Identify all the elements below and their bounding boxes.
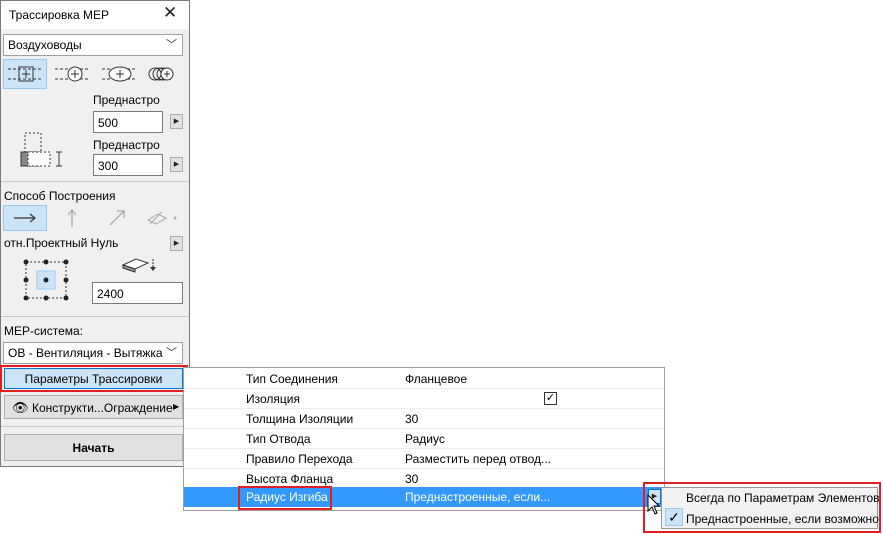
close-icon[interactable]: ✕ <box>163 4 177 21</box>
divider <box>1 181 189 182</box>
start-button[interactable]: Начать <box>4 434 183 461</box>
row-value: Фланцевое <box>405 372 468 386</box>
routing-params-label: Параметры Трассировки <box>24 372 163 386</box>
elevation-value: 2400 <box>97 287 124 301</box>
reference-level-arrow-icon[interactable]: ▶ <box>170 236 183 251</box>
flexible-duct-icon[interactable] <box>140 59 184 89</box>
table-row[interactable]: Тип Соединения Фланцевое <box>184 369 664 389</box>
width-preset-arrow-icon[interactable]: ▶ <box>170 114 183 129</box>
eye-icon: 👁 <box>12 400 29 415</box>
reference-level-label: отн.Проектный Нуль <box>4 236 119 250</box>
height-value: 300 <box>98 159 119 173</box>
constructions-label: Конструкти...Ограждение <box>32 401 173 415</box>
height-preset-arrow-icon[interactable]: ▶ <box>170 157 183 172</box>
elevation-field[interactable]: 2400 <box>92 282 183 304</box>
duct-size-diagram-icon <box>18 130 68 175</box>
anchor-point-icon[interactable] <box>20 256 72 307</box>
divider <box>1 426 189 427</box>
element-type-select[interactable]: Воздуховоды ﹀ <box>3 34 183 56</box>
start-label: Начать <box>72 441 115 455</box>
row-value: 30 <box>405 412 419 426</box>
mep-system-select[interactable]: ОВ - Вентиляция - Вытяжка ﹀ <box>3 342 183 364</box>
table-row[interactable]: Правило Перехода Разместить перед отвод.… <box>184 449 664 469</box>
round-duct-icon[interactable] <box>50 59 94 89</box>
mep-system-value: ОВ - Вентиляция - Вытяжка <box>8 346 163 360</box>
horizontal-arrow-icon[interactable] <box>3 205 47 231</box>
insulation-checkbox[interactable]: ✓ <box>544 392 557 405</box>
row-value: Преднастроенные, если... <box>405 490 551 504</box>
row-value: 30 <box>405 472 419 486</box>
constructions-button[interactable]: 👁 Конструкти...Ограждение ▶ <box>4 395 183 419</box>
height-field[interactable]: 300 <box>93 154 163 176</box>
preset-label-width: Преднастро <box>93 93 160 107</box>
table-row[interactable]: Тип Отвода Радиус <box>184 429 664 449</box>
slope-arrow-icon[interactable] <box>138 205 182 231</box>
routing-params-button[interactable]: Параметры Трассировки <box>4 368 183 389</box>
row-key: Толщина Изоляции <box>246 412 354 426</box>
elevation-icon <box>120 256 160 277</box>
callout-frame <box>238 486 332 510</box>
row-key: Высота Фланца <box>246 472 334 486</box>
menu-item-always-element-params[interactable]: Всегда по Параметрам Элементов <box>686 491 880 505</box>
palette-title: Трассировка MEP <box>9 8 109 22</box>
diagonal-arrow-icon[interactable] <box>95 205 139 231</box>
row-key: Тип Соединения <box>246 372 338 386</box>
table-row[interactable]: Толщина Изоляции 30 <box>184 409 664 429</box>
row-value: Радиус <box>405 432 445 446</box>
mep-system-label: МЕР-система: <box>4 324 83 338</box>
vertical-arrow-icon[interactable] <box>50 205 94 231</box>
preset-label-height: Преднастро <box>93 138 160 152</box>
oval-duct-icon[interactable] <box>97 59 141 89</box>
width-value: 500 <box>98 116 119 130</box>
chevron-down-icon: ﹀ <box>166 39 177 51</box>
row-key: Правило Перехода <box>246 452 353 466</box>
expand-arrow-icon: ▶ <box>173 402 180 411</box>
rectangular-duct-icon[interactable] <box>3 59 47 89</box>
mouse-cursor-icon <box>647 493 661 519</box>
row-value: Разместить перед отвод... <box>405 452 552 466</box>
menu-item-preset-if-possible[interactable]: Преднастроенные, если возможно <box>686 512 879 526</box>
chevron-down-icon: ﹀ <box>166 347 177 359</box>
row-key: Изоляция <box>246 392 300 406</box>
table-row[interactable]: Изоляция ✓ <box>184 389 664 409</box>
divider <box>1 316 189 317</box>
width-field[interactable]: 500 <box>93 111 163 133</box>
element-type-value: Воздуховоды <box>8 38 82 52</box>
row-key: Тип Отвода <box>246 432 311 446</box>
check-icon: ✓ <box>665 508 683 526</box>
construction-method-label: Способ Построения <box>4 189 116 203</box>
